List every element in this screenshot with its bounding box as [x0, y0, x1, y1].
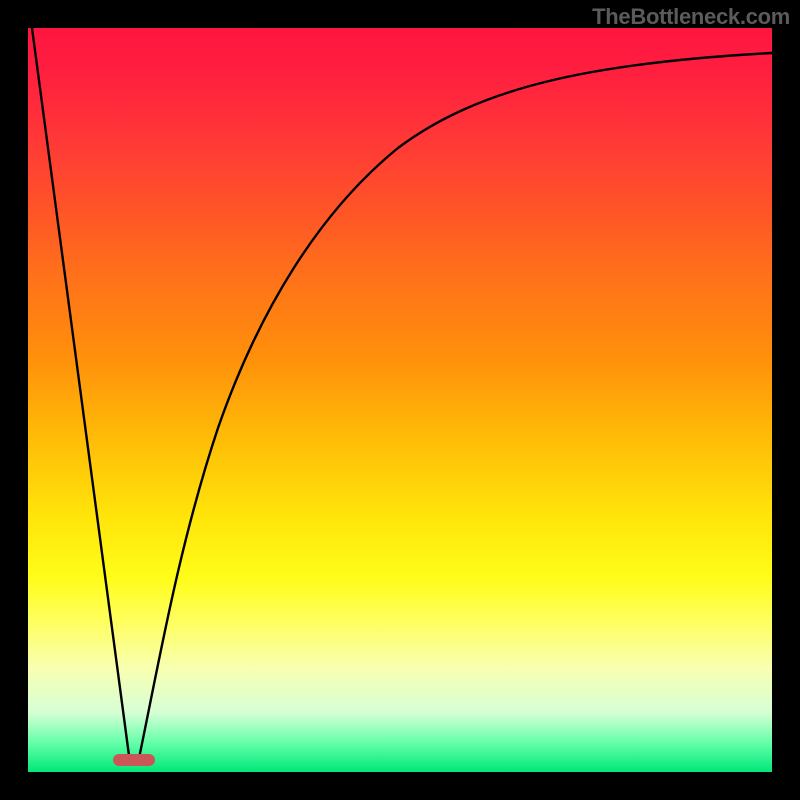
curve-right: [138, 53, 772, 763]
curve-left: [32, 28, 130, 763]
chart-curve: [28, 28, 772, 772]
gradient-plot-area: [28, 28, 772, 772]
chart-frame: TheBottleneck.com: [0, 0, 800, 800]
optimal-marker: [113, 754, 155, 766]
source-watermark: TheBottleneck.com: [592, 4, 790, 30]
